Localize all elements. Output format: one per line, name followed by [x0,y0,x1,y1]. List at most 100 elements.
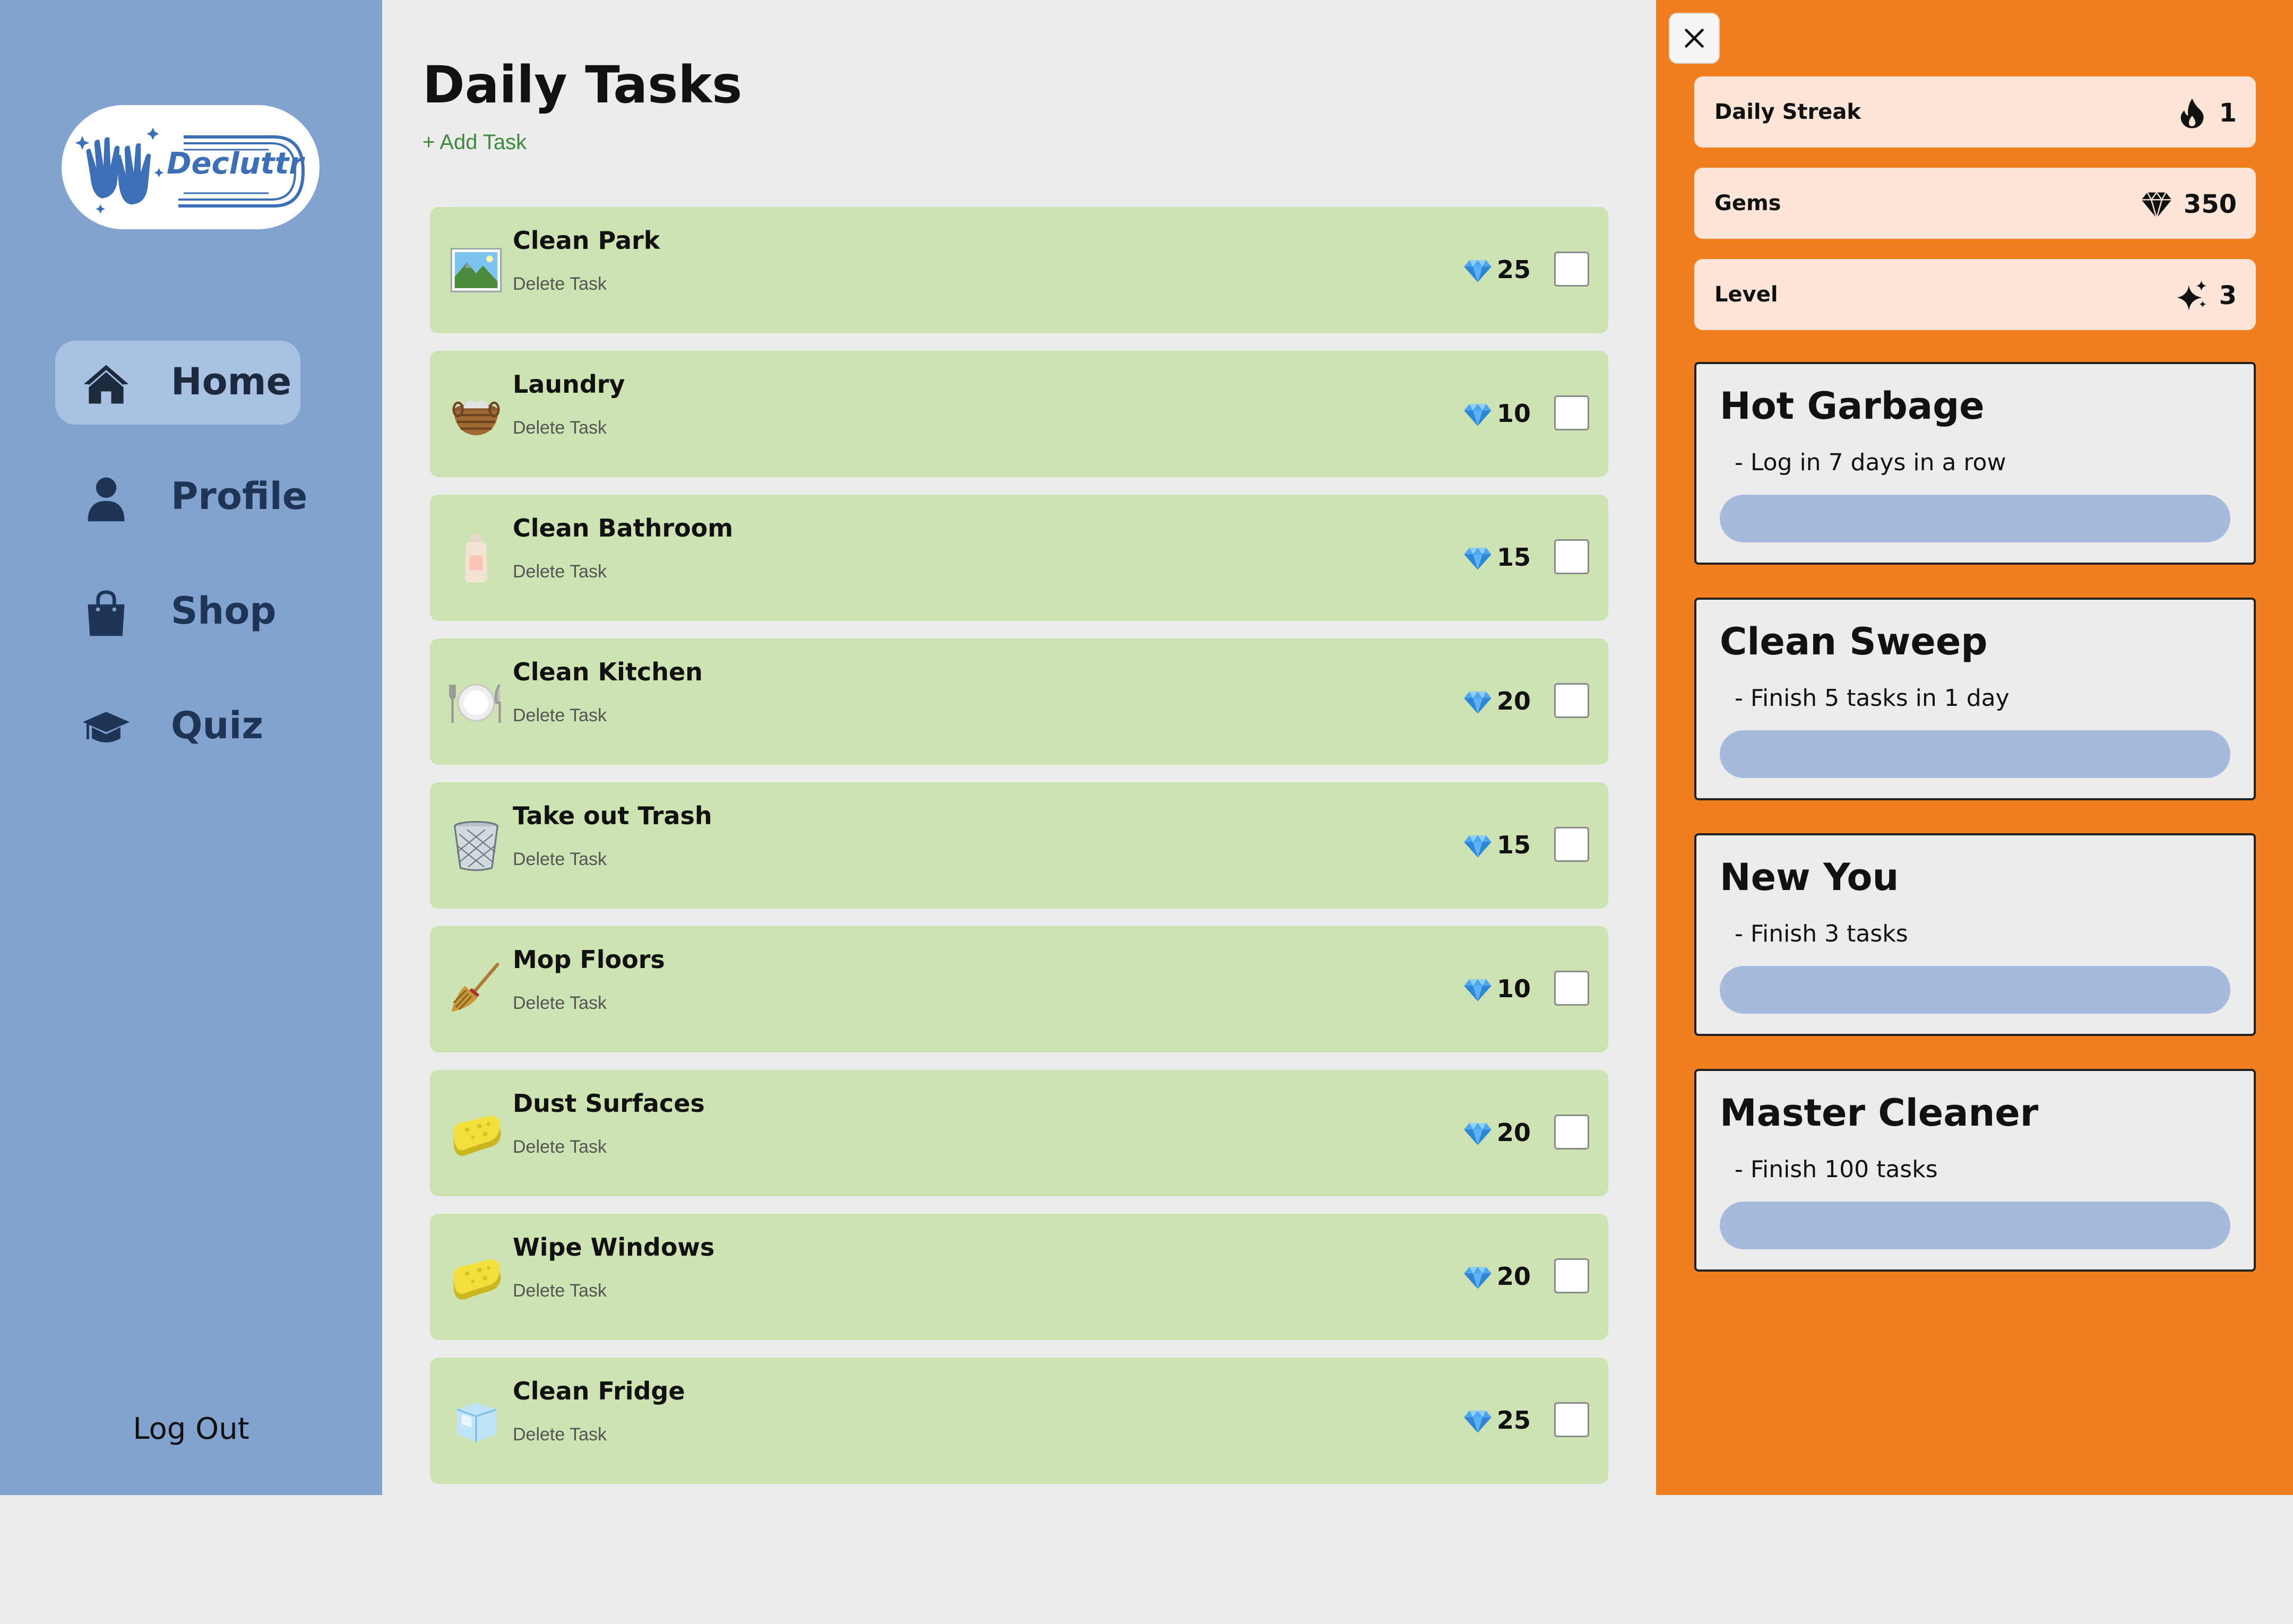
task-row: Clean Fridge Delete Task 25 [430,1358,1608,1484]
achievement-description: - Log in 7 days in a row [1735,449,2006,476]
sidebar-item-label: Shop [171,589,277,633]
broom-icon [451,963,499,1012]
task-gem-value: 15 [1496,543,1531,572]
task-complete-checkbox[interactable] [1554,252,1589,287]
task-row: Clean Bathroom Delete Task 15 [430,495,1608,621]
sidebar: Decluttr Home Profile Shop Quiz Log Out [0,0,382,1495]
task-reward: 20 [1463,1116,1531,1150]
achievement-card: Clean Sweep - Finish 5 tasks in 1 day [1694,598,2256,800]
park-picture-icon [450,248,502,292]
add-task-link[interactable]: + Add Task [423,131,527,154]
achievement-title: New You [1720,856,1899,899]
task-gem-value: 20 [1496,687,1531,715]
task-name: Wipe Windows [513,1233,715,1262]
plate-cutlery-icon [449,684,501,723]
logout-button[interactable]: Log Out [0,1412,382,1446]
sidebar-item-profile[interactable]: Profile [55,455,307,539]
hands-logo-icon [75,127,163,214]
sidebar-item-quiz[interactable]: Quiz [55,685,300,768]
task-reward: 20 [1463,684,1531,718]
task-row: Dust Surfaces Delete Task 20 [430,1070,1608,1196]
task-gem-value: 15 [1496,831,1531,859]
task-reward: 10 [1463,396,1531,430]
stat-label: Gems [1714,191,1781,215]
ice-cube-icon [456,1403,497,1442]
delete-task-link[interactable]: Delete Task [513,1281,607,1301]
gem-icon [1464,979,1492,1001]
achievement-progress-bar [1720,966,2230,1014]
task-reward: 15 [1463,540,1531,574]
task-reward: 15 [1463,828,1531,862]
brand-name: Decluttr [167,146,304,181]
shopping-bag-icon [88,590,125,636]
task-row: Mop Floors Delete Task 10 [430,926,1608,1052]
page-title: Daily Tasks [423,55,743,115]
stat-label: Level [1714,282,1778,307]
achievement-progress-bar [1720,495,2230,542]
task-name: Clean Bathroom [513,514,734,542]
sidebar-item-home[interactable]: Home [55,341,300,425]
task-complete-checkbox[interactable] [1554,395,1589,430]
delete-task-link[interactable]: Delete Task [513,849,607,870]
delete-task-link[interactable]: Delete Task [513,274,607,295]
task-row: Wipe Windows Delete Task 20 [430,1214,1608,1340]
achievement-description: - Finish 3 tasks [1735,920,1908,947]
user-icon [88,477,125,522]
task-reward: 25 [1463,253,1531,287]
stat-value: 350 [2183,189,2237,219]
achievement-title: Clean Sweep [1720,620,1988,663]
gem-icon [1464,692,1492,714]
task-complete-checkbox[interactable] [1554,1115,1589,1150]
delete-task-link[interactable]: Delete Task [513,1137,607,1157]
task-reward: 25 [1463,1403,1531,1437]
stat-value: 1 [2219,98,2237,128]
task-gem-value: 10 [1496,974,1531,1003]
gems-card: Gems 350 [1694,168,2256,239]
task-row: Clean Kitchen Delete Task 20 [430,638,1608,765]
level-card: Level 3 [1694,259,2256,330]
decluttr-logo[interactable]: Decluttr [62,105,320,229]
task-complete-checkbox[interactable] [1554,683,1589,718]
task-complete-checkbox[interactable] [1554,827,1589,862]
achievement-progress-bar [1720,1202,2230,1249]
task-complete-checkbox[interactable] [1554,1402,1589,1437]
delete-task-link[interactable]: Delete Task [513,705,607,726]
task-name: Clean Park [513,226,660,255]
sparkles-icon [2177,280,2206,311]
gem-icon [2141,191,2172,221]
task-reward: 10 [1463,972,1531,1006]
sidebar-item-label: Quiz [171,704,264,747]
sidebar-item-shop[interactable]: Shop [55,570,300,654]
task-name: Clean Fridge [513,1377,685,1405]
stat-value: 3 [2219,281,2237,310]
fire-icon [2180,98,2204,128]
gem-icon [1464,1123,1492,1145]
task-complete-checkbox[interactable] [1554,971,1589,1006]
delete-task-link[interactable]: Delete Task [513,993,607,1014]
task-row: Take out Trash Delete Task 15 [430,782,1608,909]
delete-task-link[interactable]: Delete Task [513,418,607,438]
stat-label: Daily Streak [1714,100,1861,124]
achievement-title: Master Cleaner [1720,1091,2039,1135]
graduation-cap-icon [82,712,130,742]
task-complete-checkbox[interactable] [1554,1258,1589,1293]
gem-icon [1464,260,1492,282]
gem-icon [1464,548,1492,570]
task-complete-checkbox[interactable] [1554,539,1589,574]
task-name: Take out Trash [513,801,712,830]
sponge-icon [453,1259,501,1300]
task-reward: 20 [1463,1259,1531,1293]
sponge-icon [453,1116,501,1156]
wastebasket-icon [454,820,498,871]
close-panel-button[interactable] [1669,13,1720,64]
delete-task-link[interactable]: Delete Task [513,1424,607,1445]
lotion-bottle-icon [464,534,488,583]
delete-task-link[interactable]: Delete Task [513,562,607,582]
task-name: Dust Surfaces [513,1089,705,1118]
daily-streak-card: Daily Streak 1 [1694,76,2256,148]
sidebar-item-label: Home [171,360,292,403]
achievement-card: New You - Finish 3 tasks [1694,833,2256,1036]
task-gem-value: 25 [1496,255,1531,284]
task-gem-value: 10 [1496,399,1531,428]
achievement-card: Hot Garbage - Log in 7 days in a row [1694,362,2256,565]
